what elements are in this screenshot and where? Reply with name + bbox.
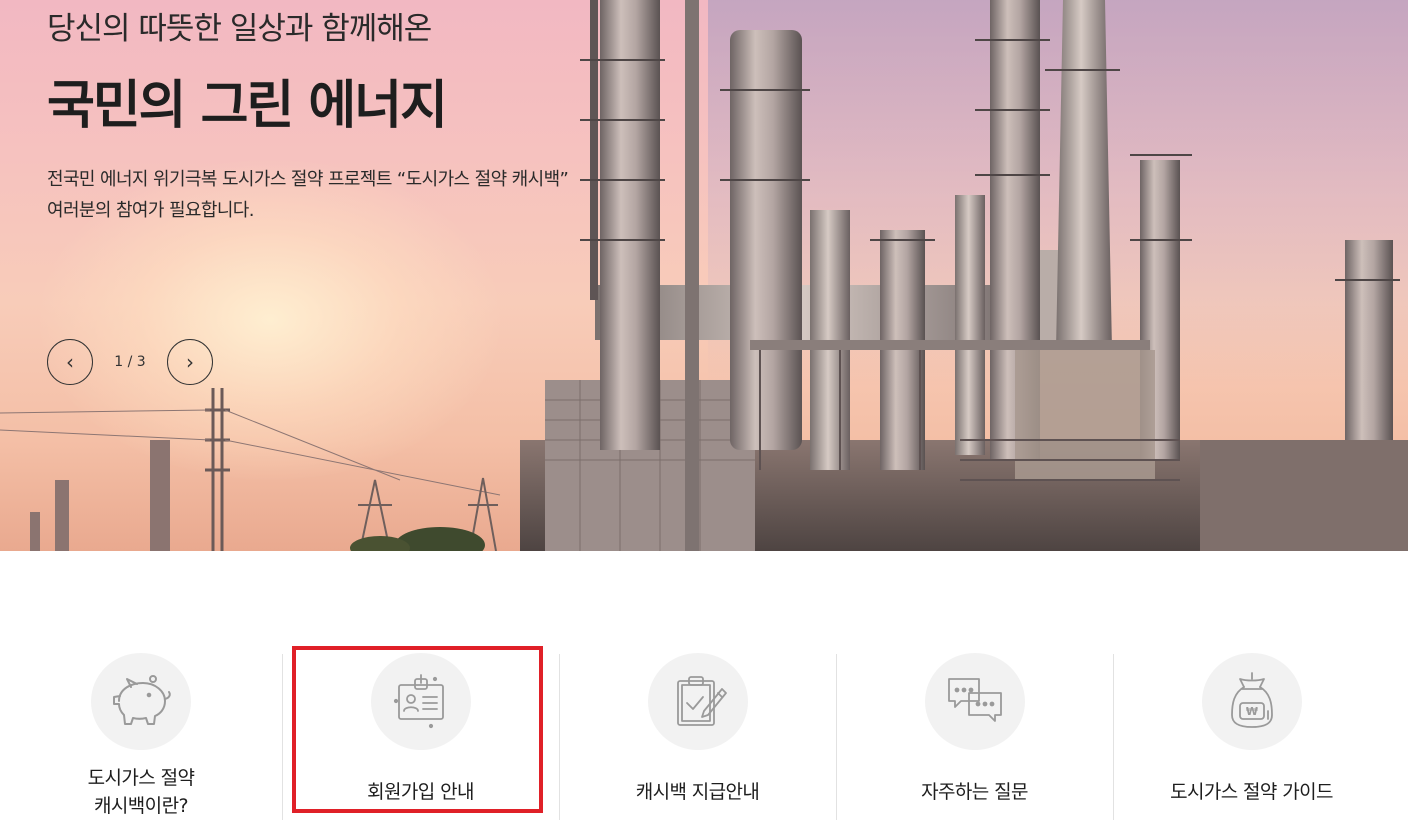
slider-prev-button[interactable]: ‹ xyxy=(47,339,93,385)
chat-bubbles-icon xyxy=(924,653,1025,750)
hero-title: 국민의 그린 에너지 xyxy=(47,76,448,136)
menu-item-signup-guide[interactable]: 회원가입 안내 xyxy=(282,650,559,820)
hero-text-block: 당신의 따뜻한 일상과 함께해온 국민의 그린 에너지 전국민 에너지 위기극복… xyxy=(47,8,569,226)
menu-item-label: 캐시백 지급안내 xyxy=(635,780,760,803)
chevron-right-icon: › xyxy=(186,350,194,374)
menu-item-label: 도시가스 절약 캐시백이란? xyxy=(87,766,195,817)
menu-item-label: 도시가스 절약 가이드 xyxy=(1170,780,1333,803)
quick-menu: 도시가스 절약 캐시백이란? 회원가입 안내 캐시백 지급안내 자주하는 질문 … xyxy=(0,650,1408,820)
hero-banner: 당신의 따뜻한 일상과 함께해온 국민의 그린 에너지 전국민 에너지 위기극복… xyxy=(0,0,1408,551)
clipboard-check-icon xyxy=(647,653,748,750)
hero-subtitle: 당신의 따뜻한 일상과 함께해온 xyxy=(47,11,432,47)
id-card-icon xyxy=(370,653,471,750)
chevron-left-icon: ‹ xyxy=(66,350,74,374)
menu-item-cashback-payment[interactable]: 캐시백 지급안내 xyxy=(559,650,836,820)
menu-item-saving-guide[interactable]: ₩ 도시가스 절약 가이드 xyxy=(1113,650,1390,820)
menu-item-faq[interactable]: 자주하는 질문 xyxy=(836,650,1113,820)
slider-next-button[interactable]: › xyxy=(167,339,213,385)
slider-controls: ‹ 1 / 3 › xyxy=(47,339,213,385)
slider-page-indicator: 1 / 3 xyxy=(114,354,146,370)
svg-text:₩: ₩ xyxy=(1245,705,1257,718)
hero-description: 전국민 에너지 위기극복 도시가스 절약 프로젝트 “도시가스 절약 캐시백” … xyxy=(47,169,569,221)
menu-item-label: 회원가입 안내 xyxy=(367,780,474,803)
menu-item-label: 자주하는 질문 xyxy=(921,780,1028,803)
money-bag-icon: ₩ xyxy=(1201,653,1302,750)
menu-item-cashback-intro[interactable]: 도시가스 절약 캐시백이란? xyxy=(0,650,282,820)
piggy-bank-icon xyxy=(91,653,191,750)
